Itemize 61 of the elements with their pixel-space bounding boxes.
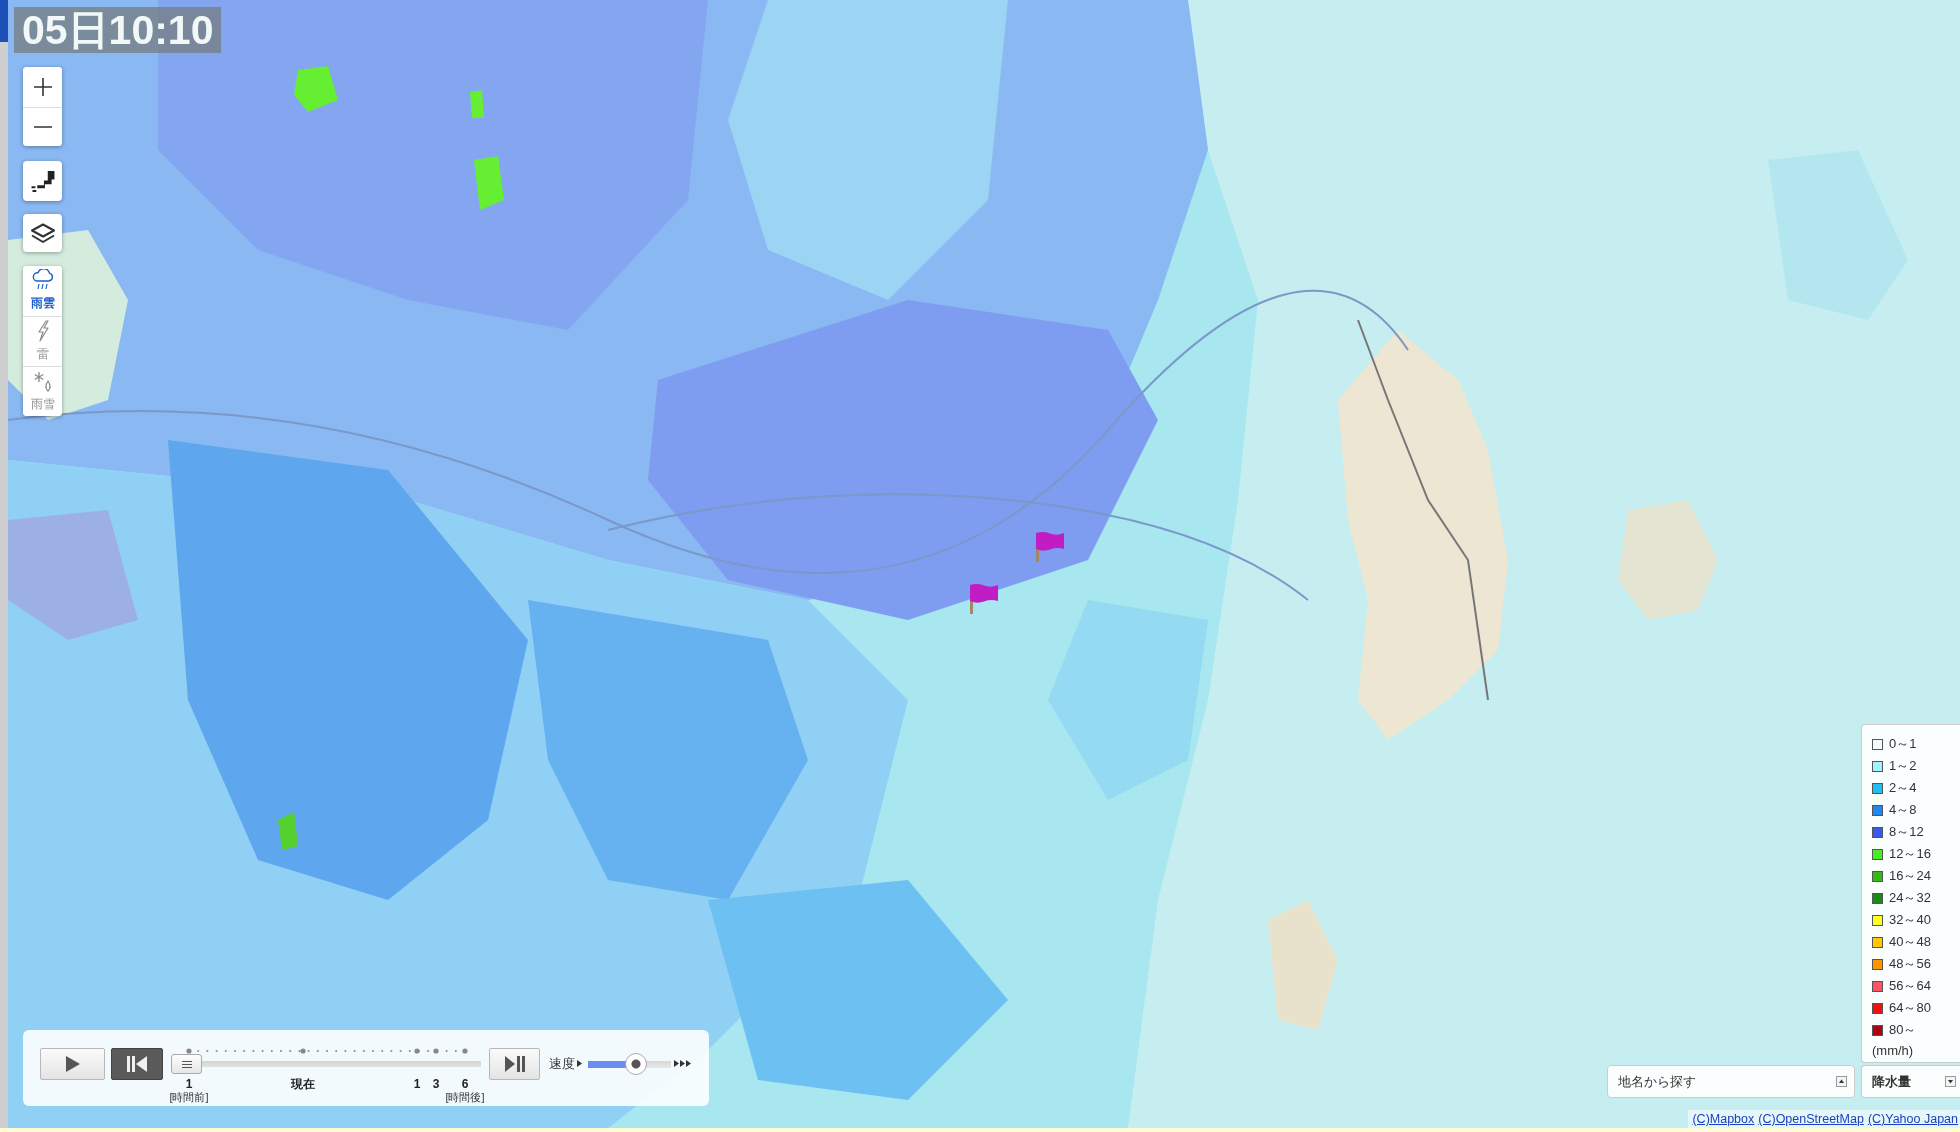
time-label: 05日10:10 — [14, 7, 222, 53]
skip-to-start-icon — [127, 1056, 147, 1072]
legend-label: 80～ — [1889, 1022, 1917, 1038]
fast-icon — [674, 1060, 691, 1067]
step-play-button[interactable] — [489, 1048, 540, 1080]
legend-label: 24～32 — [1889, 890, 1931, 906]
layer-tab[interactable]: 雨雪 — [23, 366, 62, 416]
play-pause-icon — [504, 1056, 525, 1072]
legend-label: 8～12 — [1889, 824, 1924, 840]
play-button[interactable] — [40, 1048, 105, 1080]
flag-marker-icon[interactable] — [970, 584, 998, 614]
map-view-button[interactable] — [23, 161, 62, 201]
attribution-link[interactable]: (C)Yahoo Japan — [1867, 1112, 1958, 1126]
timeline-note: [時間前] — [169, 1091, 209, 1104]
timeline-label: 1 — [185, 1077, 193, 1091]
search-field[interactable]: 地名から探す — [1607, 1065, 1855, 1098]
legend-label: 4～8 — [1889, 802, 1917, 818]
legend-unit: (mm/h) — [1872, 1042, 1915, 1060]
flag-marker-icon[interactable] — [1036, 532, 1064, 562]
heavy-rain-cell — [294, 66, 338, 112]
timeline-label: 現在 — [291, 1077, 315, 1091]
speed-slider-thumb[interactable] — [624, 1053, 647, 1075]
attribution-link[interactable]: (C)Mapbox — [1692, 1112, 1755, 1126]
timeline-label: 6 — [461, 1077, 469, 1091]
grip-icon — [181, 1060, 192, 1068]
scrollbar-thumb[interactable] — [0, 0, 8, 42]
rewind-button[interactable] — [111, 1048, 163, 1080]
layers-icon — [30, 222, 55, 244]
heavy-rain-cell — [278, 812, 298, 850]
slow-icon — [577, 1060, 582, 1067]
legend-label: 40～48 — [1889, 934, 1931, 950]
legend-label: 56～64 — [1889, 978, 1931, 994]
legend-label: 16～24 — [1889, 868, 1931, 884]
legend-label: 1～2 — [1889, 758, 1917, 774]
layer-tab[interactable]: 雨雲 — [23, 266, 62, 316]
attribution-link[interactable]: (C)OpenStreetMap — [1758, 1112, 1864, 1126]
legend-label: 0～1 — [1889, 736, 1917, 752]
legend-label: 12～16 — [1889, 846, 1931, 862]
zoom-out-button[interactable] — [23, 107, 62, 146]
map-silhouette-icon — [30, 170, 55, 192]
zoom-in-button[interactable] — [23, 67, 62, 107]
minus-icon — [33, 126, 52, 128]
legend-label: 48～56 — [1889, 956, 1931, 972]
layer-dropdown[interactable]: 降水量 — [1861, 1065, 1960, 1098]
timeline-label: 3 — [432, 1077, 440, 1091]
layers-button[interactable] — [23, 214, 62, 252]
speed-label: 速度 — [549, 1055, 575, 1073]
heavy-rain-cell — [474, 156, 504, 210]
caret-up-icon[interactable] — [1836, 1076, 1847, 1087]
caret-down-icon — [1945, 1076, 1956, 1087]
legend-label: 32～40 — [1889, 912, 1931, 928]
layer-tab[interactable]: 雷 — [23, 316, 62, 366]
heavy-rain-cell — [470, 90, 484, 118]
legend-label: 2～4 — [1889, 780, 1917, 796]
plus-icon — [33, 78, 52, 96]
rain-cloud-icon — [30, 269, 55, 291]
timeline-note: [時間後] — [445, 1091, 485, 1104]
timeline-thumb[interactable] — [171, 1054, 202, 1074]
legend-label: 64～80 — [1889, 1000, 1931, 1016]
play-icon — [65, 1056, 80, 1072]
timeline-label: 1 — [413, 1077, 421, 1091]
